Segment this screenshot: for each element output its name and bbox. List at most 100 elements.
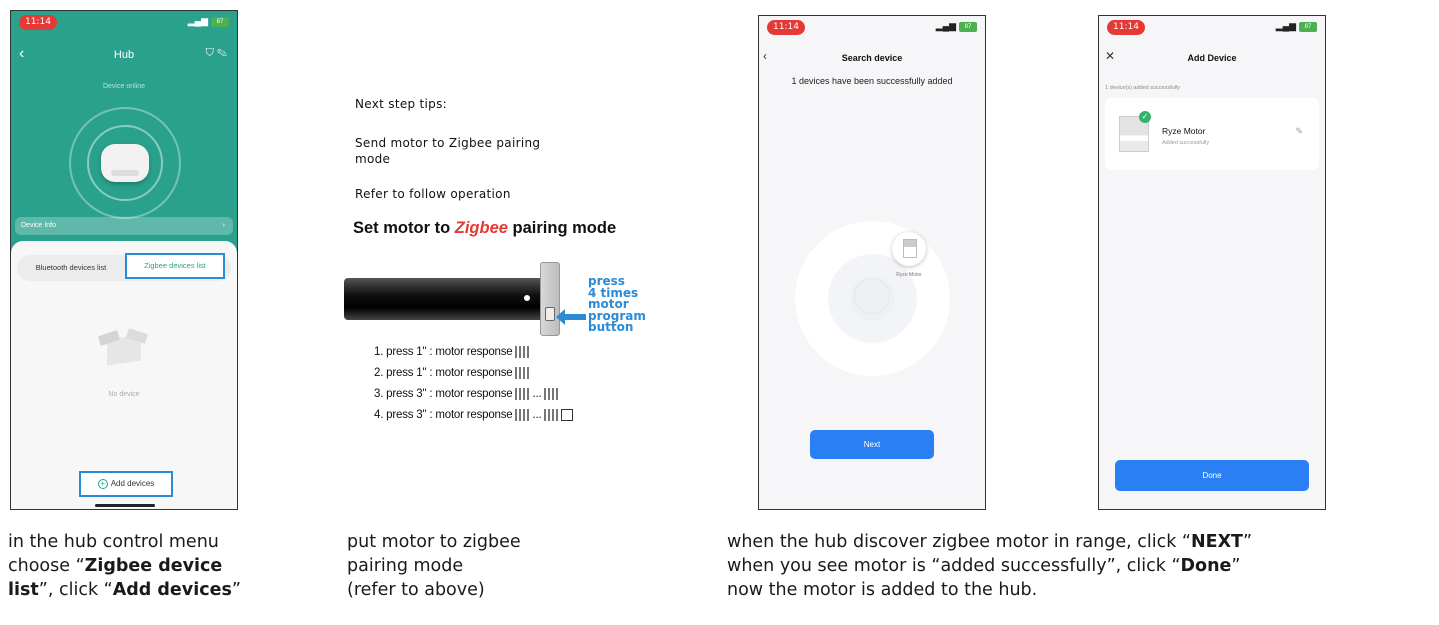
arrow-left-icon	[556, 309, 586, 325]
tab-zigbee-devices[interactable]: Zigbee devices list	[125, 253, 225, 279]
caption-line: when you see motor is “added successfull…	[727, 554, 1252, 578]
motor-tube-image	[344, 278, 544, 320]
caption-step-3: when the hub discover zigbee motor in ra…	[727, 530, 1252, 602]
home-indicator	[95, 504, 155, 507]
success-message: 1 device(s) added successfully	[1105, 85, 1180, 91]
device-name: Ryze Motor	[1162, 126, 1206, 136]
status-time: 11:14	[1107, 20, 1145, 35]
edit-icon[interactable]: ✎	[1295, 126, 1303, 137]
edit-icon[interactable]: ✎	[217, 47, 227, 59]
empty-box-icon	[97, 328, 149, 366]
signal-icons: ▂▄▆ 87	[188, 16, 229, 27]
chevron-right-icon: ›	[222, 222, 225, 229]
status-bar: 11:14 ▂▄▆ 87	[11, 11, 237, 33]
hub-screen: 11:14 ▂▄▆ 87 ‹ Hub ⛉ ✎ Device online Dev…	[10, 10, 238, 510]
pairing-title: Set motor to Zigbee pairing mode	[353, 219, 616, 238]
blind-icon	[561, 409, 574, 421]
done-button[interactable]: Done	[1115, 460, 1309, 491]
add-devices-button[interactable]: + Add devices	[79, 471, 173, 497]
caption-text: choose “	[8, 556, 85, 576]
step-1: 1. press 1" : motor response	[374, 346, 530, 359]
caption-line: choose “Zigbee device	[8, 554, 241, 578]
add-device-screen: 11:14 ▂▄▆ 87 ✕ Add Device 1 device(s) ad…	[1098, 15, 1326, 510]
caption-line: when the hub discover zigbee motor in ra…	[727, 530, 1252, 554]
pairing-title-pre: Set motor to	[353, 219, 455, 237]
caption-bold: NEXT	[1190, 532, 1243, 552]
next-button[interactable]: Next	[810, 430, 934, 459]
battery-icon: 87	[211, 16, 229, 27]
tips-line1b: mode	[355, 152, 391, 166]
tips-heading: Next step tips:	[355, 97, 447, 111]
caption-line: pairing mode	[347, 556, 464, 576]
motor-icon	[892, 232, 926, 266]
step-4: 4. press 3" : motor response ...	[374, 409, 574, 422]
caption-text: ”, click “	[38, 580, 113, 600]
device-list-panel	[11, 241, 237, 509]
tips-line2: Refer to follow operation	[355, 187, 511, 201]
press-note: press 4 times motor program button	[588, 275, 646, 334]
caption-line: put motor to zigbee	[347, 532, 521, 552]
signal-icons: ▂▄▆ 87	[1276, 21, 1317, 32]
add-devices-label: Add devices	[110, 479, 155, 488]
step-text: 4. press 3" : motor response	[374, 409, 513, 422]
pairing-title-post: pairing mode	[507, 219, 617, 237]
empty-state-text: No device	[108, 391, 140, 398]
caption-step-2: put motor to zigbee pairing mode (refer …	[347, 530, 521, 602]
caption-text: ”	[1231, 556, 1241, 576]
device-status: Device online	[102, 83, 146, 90]
success-message: 1 devices have been successfully added	[791, 76, 953, 86]
caption-text: when you see motor is “added successfull…	[727, 556, 1181, 576]
press-note-line: button	[588, 320, 634, 334]
sound-icon	[544, 409, 559, 421]
header-actions: ⛉ ✎	[206, 47, 227, 60]
signal-icons: ▂▄▆ 87	[936, 21, 977, 32]
step-3: 3. press 3" : motor response ...	[374, 388, 559, 401]
device-status: Added successfully	[1162, 140, 1210, 146]
caption-bold: Done	[1180, 556, 1232, 576]
sound-icon	[544, 388, 559, 400]
caption-text: ”	[1243, 532, 1253, 552]
search-device-screen: 11:14 ▂▄▆ 87 ‹ Search device 1 devices h…	[758, 15, 986, 510]
caption-step-1: in the hub control menu choose “Zigbee d…	[8, 530, 241, 602]
program-button-icon	[545, 307, 555, 321]
sound-icon	[515, 388, 530, 400]
caption-line: list”, click “Add devices”	[8, 578, 241, 602]
device-info-label: Device Info	[21, 222, 57, 229]
battery-icon: 87	[1299, 21, 1317, 32]
check-icon: ✓	[1139, 111, 1151, 123]
sound-icon	[515, 409, 530, 421]
page-title: Hub	[113, 49, 135, 61]
signal-icon: ▂▄▆	[187, 16, 208, 26]
caption-line: now the motor is added to the hub.	[727, 580, 1038, 600]
found-device-label: Ryze Motor	[896, 272, 922, 278]
hub-device-image	[101, 144, 149, 182]
ellipsis: ...	[532, 388, 542, 401]
plus-icon: +	[97, 479, 108, 489]
radar-core	[854, 278, 890, 314]
page-title: Add Device	[1187, 53, 1237, 63]
tab-bluetooth-devices[interactable]: Bluetooth devices list	[21, 255, 121, 281]
pairing-title-zigbee: Zigbee	[454, 219, 508, 237]
step-2: 2. press 1" : motor response	[374, 367, 530, 380]
tips-line1a: Send motor to Zigbee pairing	[355, 136, 541, 150]
sound-icon	[515, 346, 530, 358]
device-info-row[interactable]: Device Info ›	[15, 217, 233, 235]
step-text: 1. press 1" : motor response	[374, 346, 513, 359]
added-device-card[interactable]: ✓ Ryze Motor Added successfully ✎	[1105, 98, 1319, 170]
status-time: 11:14	[767, 20, 805, 35]
caption-bold: list	[8, 580, 39, 600]
caption-line: (refer to above)	[347, 580, 485, 600]
status-bar: 11:14 ▂▄▆ 87	[759, 16, 985, 38]
step-text: 3. press 3" : motor response	[374, 388, 513, 401]
caption-text: when the hub discover zigbee motor in ra…	[727, 532, 1191, 552]
caption-bold: Zigbee device	[84, 556, 223, 576]
page-title: Search device	[841, 53, 903, 63]
shield-icon[interactable]: ⛉	[206, 47, 214, 59]
caption-line: in the hub control menu	[8, 532, 219, 552]
step-text: 2. press 1" : motor response	[374, 367, 513, 380]
found-device[interactable]: Ryze Motor	[889, 232, 929, 292]
signal-icon: ▂▄▆	[935, 21, 956, 31]
battery-icon: 87	[959, 21, 977, 32]
sound-icon	[515, 367, 530, 379]
status-bar: 11:14 ▂▄▆ 87	[1099, 16, 1325, 38]
